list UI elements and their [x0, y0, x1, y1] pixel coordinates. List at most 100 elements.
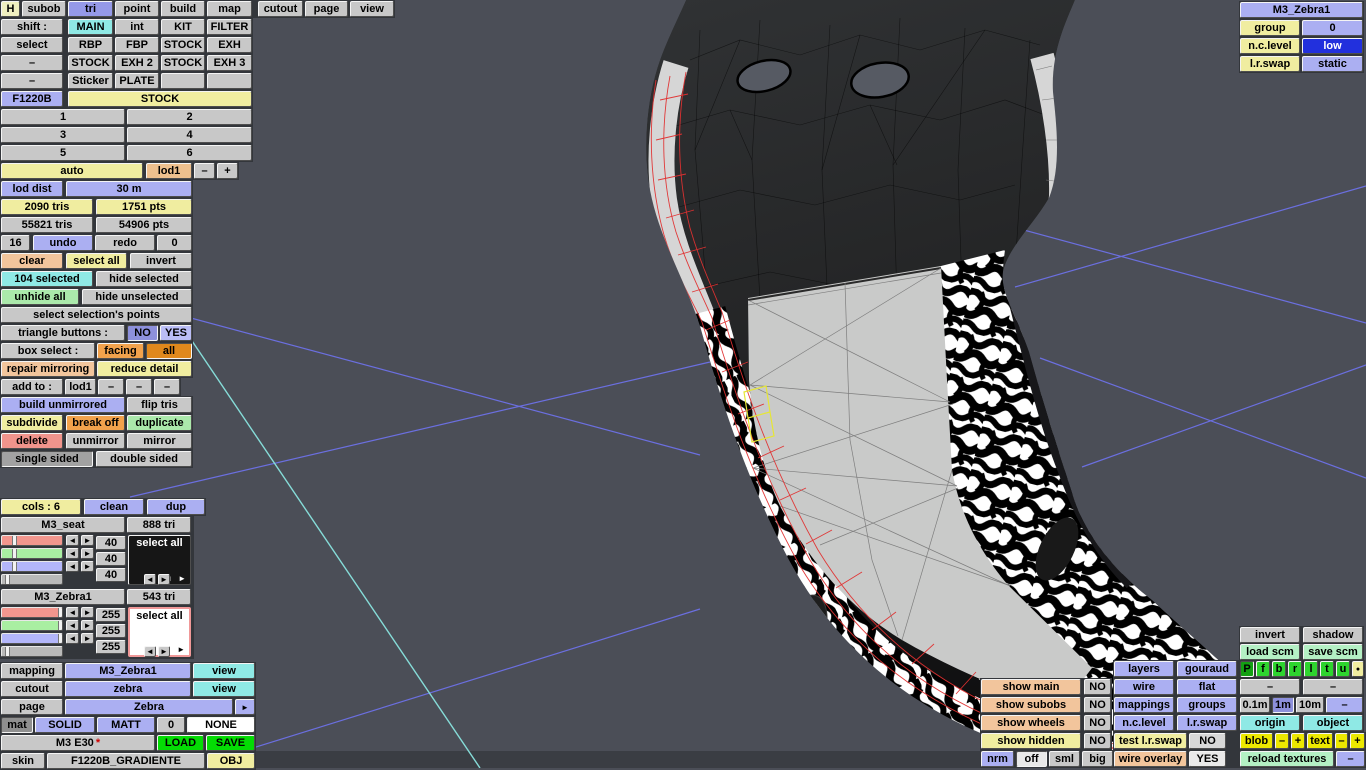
dash-button[interactable]: – [1303, 679, 1363, 695]
material-2-blue-slider[interactable] [1, 633, 63, 644]
show-wheels-value[interactable]: NO [1084, 715, 1111, 731]
text-plus[interactable]: + [1350, 733, 1365, 749]
save-scm-button[interactable]: save scm [1303, 644, 1363, 660]
undo-button[interactable]: undo [33, 235, 93, 251]
layer-t[interactable]: t [1320, 661, 1334, 677]
invert-shadow-button[interactable]: invert [1240, 627, 1300, 643]
selected-count[interactable]: 104 selected [1, 271, 93, 287]
material-2-blue-value[interactable]: 255 [96, 640, 126, 654]
mapping-label[interactable]: mapping [1, 663, 63, 679]
material-1-tri-count[interactable]: 888 tri [127, 517, 191, 533]
dash-button[interactable]: – [1240, 679, 1300, 695]
add-to-lod1[interactable]: lod1 [65, 379, 96, 395]
box-select-label[interactable]: box select : [1, 343, 95, 359]
material-2-tri-count[interactable]: 543 tri [127, 589, 191, 605]
slider-thumb[interactable] [58, 621, 62, 630]
wire-button[interactable]: wire [1114, 679, 1174, 695]
undo-count[interactable]: 16 [1, 235, 30, 251]
invert-button[interactable]: invert [130, 253, 192, 269]
variant-stock[interactable]: STOCK [68, 91, 252, 107]
lod-pts-count[interactable]: 1751 pts [96, 199, 192, 215]
slot-4[interactable]: 4 [127, 127, 252, 143]
model-f1220b[interactable]: F1220B [1, 91, 63, 107]
part-stock-2[interactable]: STOCK [68, 55, 113, 71]
slider-thumb[interactable] [12, 562, 18, 571]
step-left-icon[interactable]: ◄ [66, 620, 79, 631]
dash-button[interactable]: – [1, 55, 63, 71]
part-fbp[interactable]: FBP [115, 37, 159, 53]
lod-auto[interactable]: auto [1, 163, 143, 179]
slider-thumb[interactable] [5, 647, 11, 656]
step-right-icon[interactable]: ► [81, 620, 94, 631]
part-empty-1[interactable] [161, 73, 205, 89]
step-left-icon[interactable]: ◄ [144, 574, 156, 585]
group-value[interactable]: 0 [1302, 20, 1363, 36]
mappings-button[interactable]: mappings [1114, 697, 1174, 713]
skin-label[interactable]: skin [1, 753, 45, 769]
tab-cutout[interactable]: cutout [258, 1, 303, 17]
select-label[interactable]: select [1, 37, 63, 53]
load-button[interactable]: LOAD [157, 735, 204, 751]
add-to-slot-1[interactable]: – [98, 379, 124, 395]
layer-b[interactable]: b [1272, 661, 1286, 677]
hide-selected-button[interactable]: hide selected [96, 271, 192, 287]
part-stock-3[interactable]: STOCK [161, 55, 205, 71]
test-lr-swap-button[interactable]: test l.r.swap [1114, 733, 1187, 749]
layer-dot-icon[interactable]: ● [1352, 661, 1364, 677]
gouraud-button[interactable]: gouraud [1177, 661, 1237, 677]
part-stock-1[interactable]: STOCK [161, 37, 205, 53]
material-1-green-slider[interactable] [1, 548, 63, 559]
cutout-value[interactable]: zebra [65, 681, 191, 697]
nrm-button[interactable]: nrm [981, 751, 1014, 767]
part-int[interactable]: int [115, 19, 159, 35]
material-1-blue-value[interactable]: 40 [96, 568, 126, 582]
wire-overlay-button[interactable]: wire overlay [1114, 751, 1187, 767]
unmirror-button[interactable]: unmirror [66, 433, 125, 449]
page-label[interactable]: page [1, 699, 63, 715]
duplicate-button[interactable]: duplicate [127, 415, 192, 431]
tab-point[interactable]: point [115, 1, 159, 17]
layer-p[interactable]: P [1240, 661, 1254, 677]
nc-level-button[interactable]: n.c.level [1114, 715, 1174, 731]
shift-label[interactable]: shift : [1, 19, 63, 35]
cutout-view-button[interactable]: view [193, 681, 255, 697]
flat-button[interactable]: flat [1177, 679, 1237, 695]
slider-thumb[interactable] [12, 549, 18, 558]
build-unmirrored-button[interactable]: build unmirrored [1, 397, 125, 413]
mat-solid[interactable]: SOLID [35, 717, 95, 733]
triangle-buttons-label[interactable]: triangle buttons : [1, 325, 125, 341]
text-button[interactable]: text [1307, 733, 1333, 749]
step-right-icon[interactable]: ► [81, 607, 94, 618]
skin-value[interactable]: F1220B_GRADIENTE [47, 753, 205, 769]
blob-plus[interactable]: + [1291, 733, 1305, 749]
dup-button[interactable]: dup [147, 499, 205, 515]
current-material-name[interactable]: M3_Zebra1 [1240, 2, 1363, 18]
tab-page[interactable]: page [305, 1, 348, 17]
load-scm-button[interactable]: load scm [1240, 644, 1300, 660]
reload-textures-button[interactable]: reload textures [1240, 751, 1334, 767]
step-right-icon[interactable]: ► [81, 548, 94, 559]
lod-minus[interactable]: – [194, 163, 215, 179]
slot-3[interactable]: 3 [1, 127, 125, 143]
material-1-red-slider[interactable] [1, 535, 63, 546]
lr-swap-value[interactable]: static [1302, 56, 1363, 72]
tab-view[interactable]: view [350, 1, 394, 17]
object-button[interactable]: object [1303, 715, 1363, 731]
select-selection-points-button[interactable]: select selection's points [1, 307, 192, 323]
part-plate[interactable]: PLATE [115, 73, 159, 89]
part-exh[interactable]: EXH [207, 37, 252, 53]
wire-overlay-value[interactable]: YES [1189, 751, 1226, 767]
step-right-icon[interactable]: ► [158, 574, 170, 585]
save-button[interactable]: SAVE [206, 735, 255, 751]
slot-5[interactable]: 5 [1, 145, 125, 161]
nc-level-label[interactable]: n.c.level [1240, 38, 1300, 54]
lod-tris-count[interactable]: 2090 tris [1, 199, 93, 215]
material-2-name[interactable]: M3_Zebra1 [1, 589, 125, 605]
clean-button[interactable]: clean [84, 499, 144, 515]
part-exh2[interactable]: EXH 2 [115, 55, 159, 71]
slot-6[interactable]: 6 [127, 145, 252, 161]
page-value[interactable]: Zebra [65, 699, 233, 715]
lod-current[interactable]: lod1 [146, 163, 192, 179]
layer-r[interactable]: r [1288, 661, 1302, 677]
mapping-view-button[interactable]: view [193, 663, 255, 679]
